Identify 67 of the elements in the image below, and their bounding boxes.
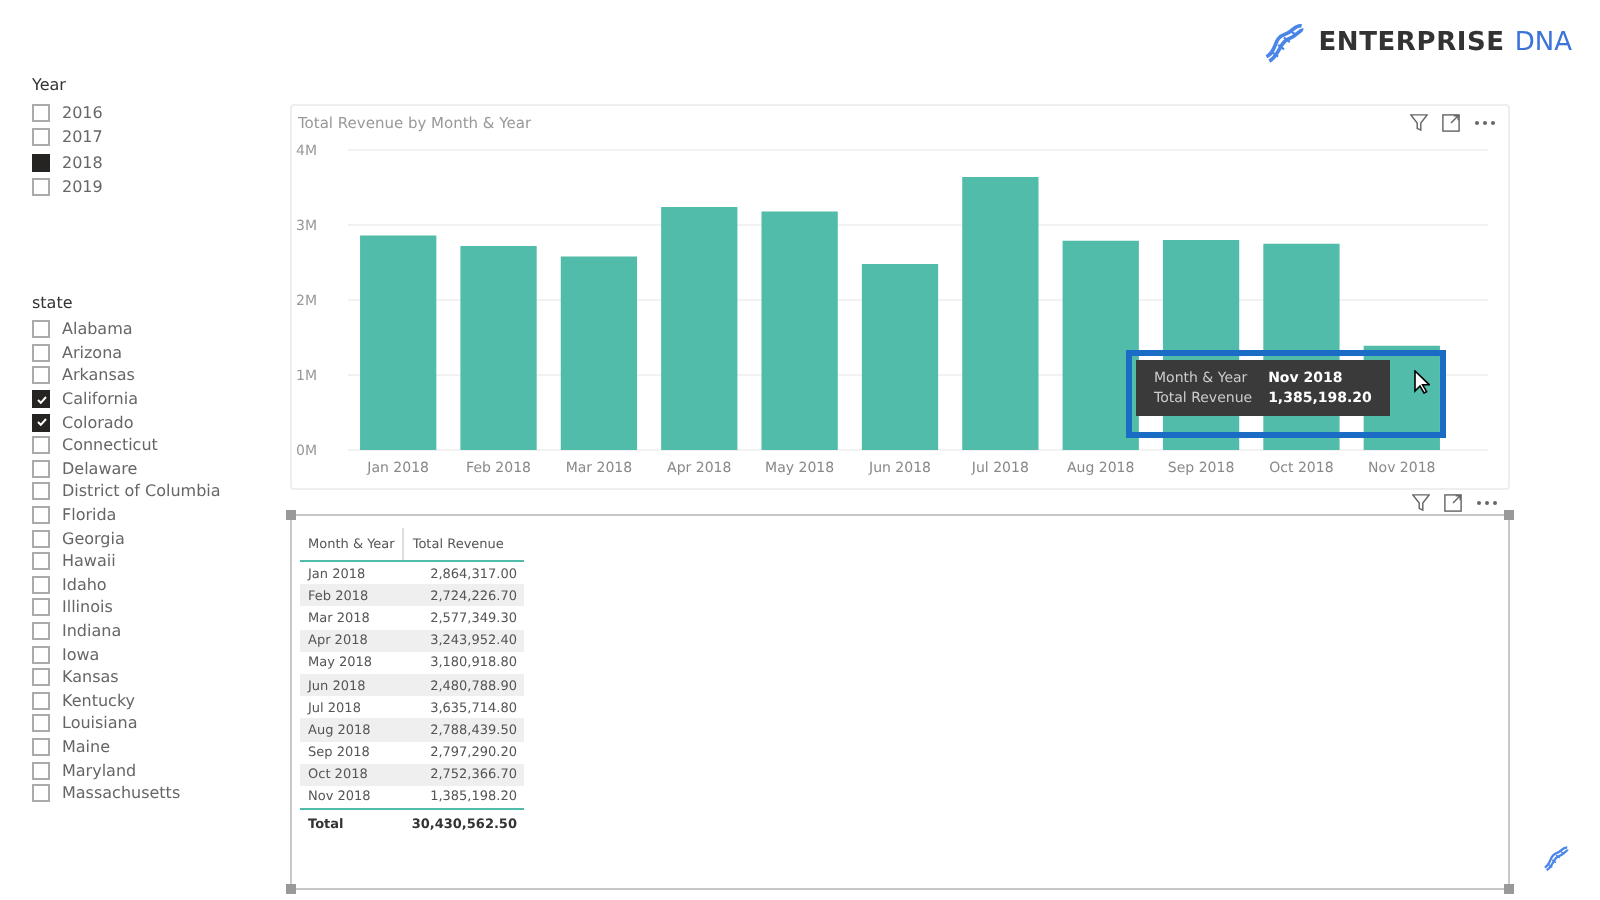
slicer-item-label[interactable]: Arkansas — [62, 366, 135, 385]
checkbox[interactable] — [32, 714, 50, 733]
slicer-item-label[interactable]: Indiana — [62, 622, 122, 641]
slicer-item-label[interactable]: Arizona — [62, 343, 123, 362]
checkbox[interactable] — [32, 598, 50, 617]
slicer-item-label[interactable]: Illinois — [62, 598, 113, 617]
slicer-item-label[interactable]: District of Columbia — [62, 482, 221, 501]
focus-mode-icon[interactable] — [1442, 113, 1460, 131]
slicer-item-label[interactable]: Kentucky — [62, 691, 136, 710]
slicer-item-label[interactable]: Colorado — [62, 413, 134, 432]
checkbox[interactable] — [32, 668, 50, 687]
checkbox[interactable] — [32, 482, 50, 501]
slicer-item-label[interactable]: Idaho — [62, 575, 107, 594]
slicer-item-label[interactable]: 2017 — [62, 128, 103, 147]
logo-wordmark-accent: DNA — [1514, 27, 1572, 57]
checkbox[interactable] — [32, 761, 50, 780]
checkbox[interactable] — [32, 529, 50, 548]
slicer-item-label[interactable]: 2019 — [62, 178, 103, 197]
checkbox[interactable] — [32, 784, 50, 803]
filter-icon[interactable] — [1410, 113, 1428, 131]
resize-handle[interactable] — [286, 884, 296, 894]
focus-mode-icon[interactable] — [1444, 493, 1462, 511]
slicer-item-label[interactable]: Maryland — [62, 761, 137, 780]
checkbox[interactable] — [32, 622, 50, 641]
slicer-item-label[interactable]: Georgia — [62, 529, 125, 548]
slicer-item-label[interactable]: Hawaii — [62, 552, 116, 571]
slicer-item-label[interactable]: 2018 — [62, 153, 103, 172]
checkbox[interactable] — [32, 390, 50, 409]
checkbox[interactable] — [32, 178, 50, 197]
checkbox[interactable] — [32, 436, 50, 455]
slicer-item-label[interactable]: 2016 — [62, 103, 103, 122]
checkbox[interactable] — [32, 691, 50, 710]
dna-logo-icon — [1262, 20, 1307, 64]
slicer-item-label[interactable]: Connecticut — [62, 436, 158, 455]
checkbox[interactable] — [32, 459, 50, 478]
checkbox[interactable] — [32, 343, 50, 362]
checkbox[interactable] — [32, 103, 50, 122]
slicer-item-label[interactable]: Iowa — [62, 645, 100, 664]
checkbox[interactable] — [32, 552, 50, 571]
slicer-item-label[interactable]: Massachusetts — [62, 784, 181, 803]
slicer-title: state — [32, 294, 75, 312]
more-options-icon[interactable] — [1474, 119, 1496, 125]
resize-handle[interactable] — [1504, 510, 1514, 520]
dna-logo-icon — [1541, 844, 1569, 872]
checkbox[interactable] — [32, 737, 50, 756]
slicer-item-label[interactable]: Florida — [62, 506, 117, 525]
checkbox[interactable] — [32, 413, 50, 432]
checkbox[interactable] — [32, 366, 50, 385]
checkbox[interactable] — [32, 575, 50, 594]
slicer-title: Year — [32, 76, 68, 94]
slicer-item-label[interactable]: Kansas — [62, 668, 119, 687]
logo-wordmark: ENTERPRISE — [1318, 27, 1505, 57]
checkbox[interactable] — [32, 320, 50, 339]
slicer-item-label[interactable]: California — [62, 390, 138, 409]
checkbox[interactable] — [32, 128, 50, 147]
resize-handle[interactable] — [286, 510, 296, 520]
slicer-item-label[interactable]: Delaware — [62, 459, 138, 478]
slicer-item-label[interactable]: Louisiana — [62, 714, 138, 733]
slicer-item-label[interactable]: Maine — [62, 737, 111, 756]
resize-handle[interactable] — [1504, 884, 1514, 894]
slicer-item-label[interactable]: Alabama — [62, 320, 133, 339]
cursor-icon — [1413, 370, 1430, 394]
checkbox[interactable] — [32, 153, 50, 172]
checkbox[interactable] — [32, 506, 50, 525]
filter-icon[interactable] — [1412, 493, 1430, 511]
checkbox[interactable] — [32, 645, 50, 664]
more-options-icon[interactable] — [1476, 499, 1498, 505]
